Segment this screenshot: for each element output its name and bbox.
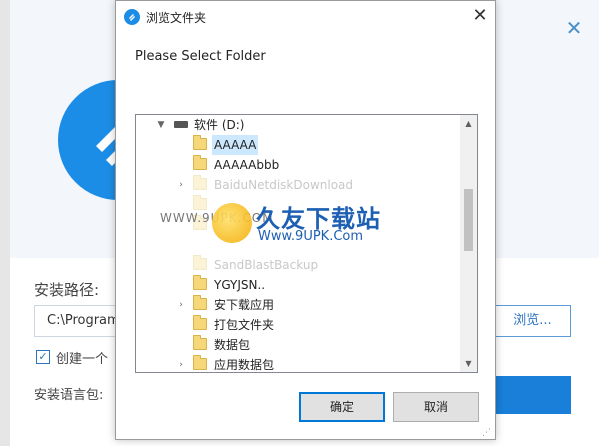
folder-icon bbox=[193, 295, 207, 310]
app-icon bbox=[124, 9, 140, 25]
create-shortcut-label: 创建一个 bbox=[56, 352, 109, 367]
folder-icon bbox=[193, 155, 207, 170]
folder-icon bbox=[193, 275, 207, 290]
scroll-thumb[interactable] bbox=[464, 189, 473, 251]
dialog-title: 浏览文件夹 bbox=[146, 11, 207, 25]
folder-icon bbox=[193, 335, 207, 350]
folder-icon bbox=[193, 215, 207, 230]
folder-icon bbox=[193, 175, 207, 190]
resize-grip-icon[interactable]: ⋰ bbox=[482, 427, 494, 439]
collapsed-arrow-icon[interactable]: › bbox=[176, 295, 186, 315]
browse-folder-dialog: 浏览文件夹 ✕ Please Select Folder ▼ 软件 (D:) A… bbox=[115, 0, 496, 440]
tree-item[interactable]: SandBlastBackup bbox=[136, 255, 460, 275]
cancel-button[interactable]: 取消 bbox=[393, 392, 479, 422]
language-pack-label: 安装语言包: bbox=[34, 388, 104, 403]
folder-icon bbox=[193, 135, 207, 150]
tree-item[interactable]: AAAAAbbb bbox=[136, 155, 460, 175]
folder-icon bbox=[193, 315, 207, 330]
tree-item[interactable] bbox=[136, 215, 460, 235]
dialog-prompt: Please Select Folder bbox=[135, 49, 266, 64]
tree-item[interactable]: › BaiduNetdiskDownload bbox=[136, 175, 460, 195]
tree-item[interactable]: › 应用数据包 bbox=[136, 355, 460, 372]
scroll-down-icon[interactable]: ▼ bbox=[460, 355, 477, 372]
folder-icon bbox=[193, 195, 207, 210]
scroll-up-icon[interactable]: ▲ bbox=[460, 115, 477, 132]
dialog-titlebar[interactable]: 浏览文件夹 ✕ bbox=[116, 1, 495, 32]
tree-item[interactable]: › 安下载应用 bbox=[136, 295, 460, 315]
folder-icon bbox=[193, 355, 207, 370]
tree-scrollbar[interactable]: ▲ ▼ bbox=[460, 115, 477, 372]
tree-item[interactable]: AAAAA bbox=[136, 135, 460, 155]
tree-item[interactable]: 打包文件夹 bbox=[136, 315, 460, 335]
ok-button[interactable]: 确定 bbox=[299, 392, 385, 422]
tree-item-drive[interactable]: ▼ 软件 (D:) bbox=[136, 115, 460, 135]
tree-item[interactable]: 数据包 bbox=[136, 335, 460, 355]
dialog-close-icon[interactable]: ✕ bbox=[468, 5, 492, 27]
installer-close-icon[interactable]: ✕ bbox=[564, 18, 584, 38]
install-path-label: 安装路径: bbox=[34, 281, 100, 299]
browse-button[interactable]: 浏览... bbox=[494, 305, 571, 337]
folder-tree[interactable]: ▼ 软件 (D:) AAAAA AAAAAbbb › BaiduNetdiskD… bbox=[135, 114, 478, 373]
expanded-arrow-icon[interactable]: ▼ bbox=[156, 115, 166, 135]
folder-icon bbox=[193, 255, 207, 270]
install-button[interactable] bbox=[496, 376, 571, 414]
tree-item[interactable]: YGYJSN.. bbox=[136, 275, 460, 295]
tree-item[interactable] bbox=[136, 195, 460, 215]
collapsed-arrow-icon[interactable]: › bbox=[176, 355, 186, 372]
create-shortcut-checkbox[interactable]: ✓ bbox=[36, 350, 50, 364]
drive-icon bbox=[174, 121, 188, 128]
collapsed-arrow-icon[interactable]: › bbox=[176, 175, 186, 195]
